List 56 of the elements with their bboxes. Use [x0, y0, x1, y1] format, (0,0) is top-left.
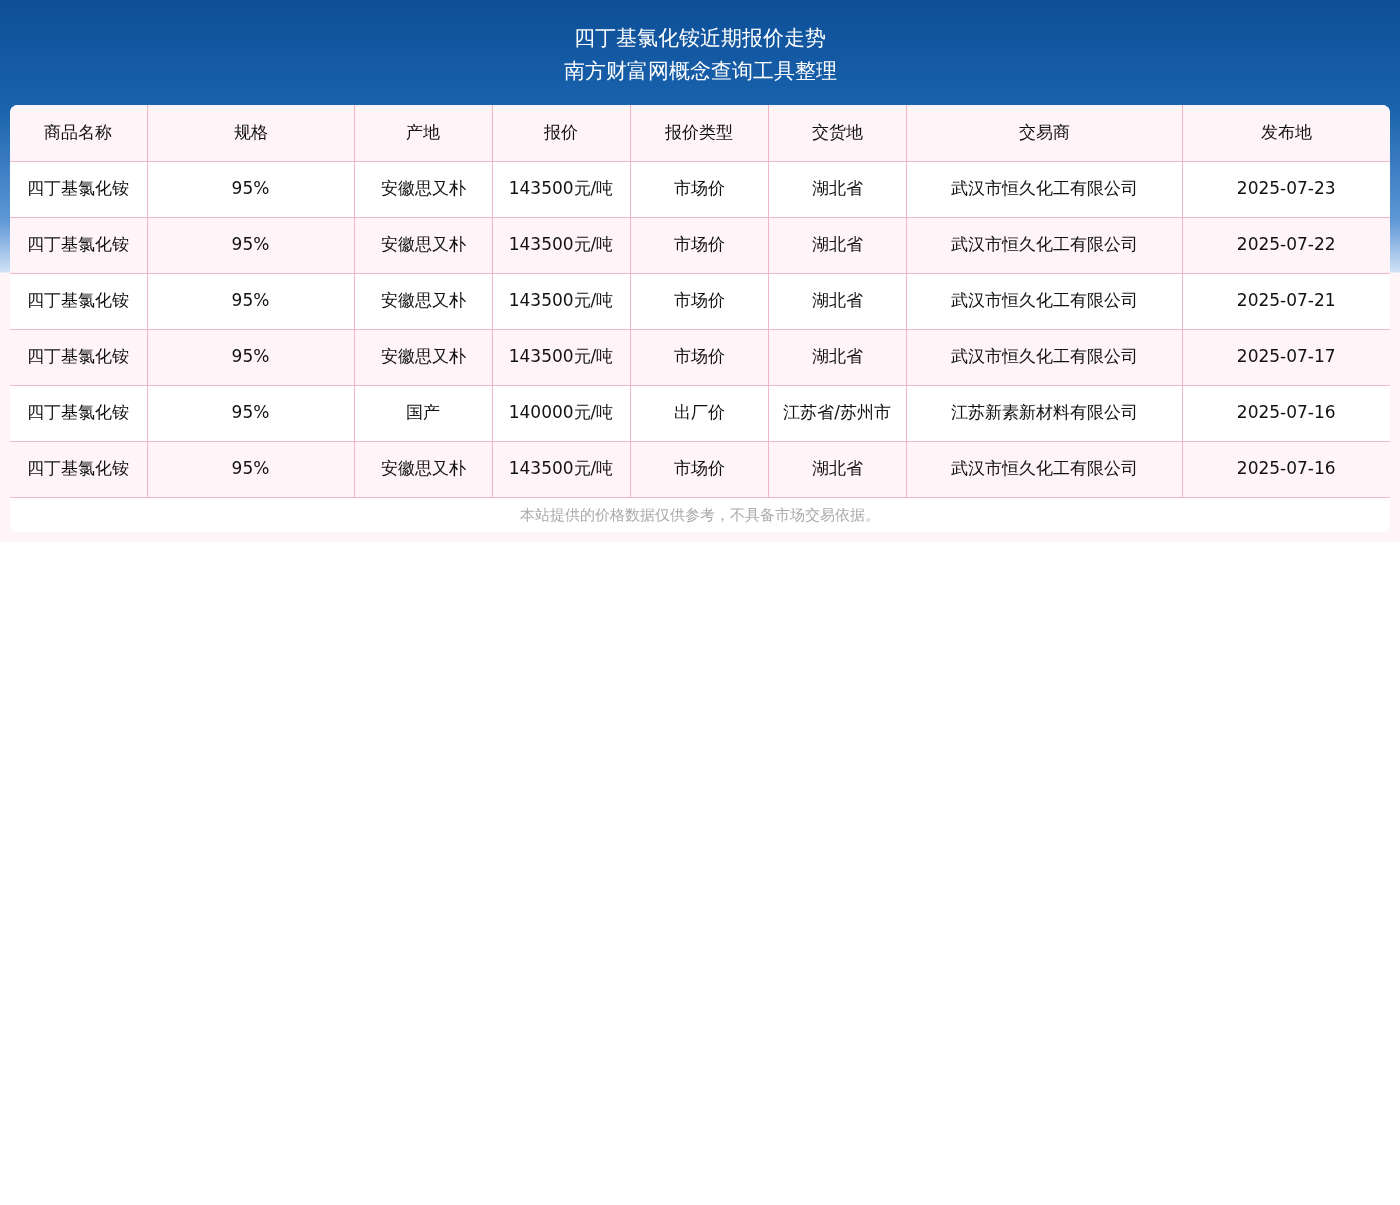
table-cell: 四丁基氯化铵 [10, 161, 147, 217]
table-cell: 四丁基氯化铵 [10, 385, 147, 441]
disclaimer-text: 本站提供的价格数据仅供参考，不具备市场交易依据。 [519, 504, 881, 526]
page-subtitle: 南方财富网概念查询工具整理 [562, 58, 838, 85]
table-cell: 安徽思又朴 [354, 329, 492, 385]
table-cell: 四丁基氯化铵 [10, 441, 147, 497]
table-cell: 143500元/吨 [492, 329, 630, 385]
column-header: 产地 [354, 105, 492, 161]
table-cell: 武汉市恒久化工有限公司 [906, 273, 1182, 329]
column-header: 发布地 [1182, 105, 1390, 161]
table-cell: 武汉市恒久化工有限公司 [906, 441, 1182, 497]
table-cell: 143500元/吨 [492, 273, 630, 329]
table-cell: 安徽思又朴 [354, 273, 492, 329]
table-cell: 市场价 [630, 161, 768, 217]
table-cell: 95% [147, 273, 354, 329]
table-cell: 湖北省 [768, 161, 906, 217]
table-cell: 湖北省 [768, 441, 906, 497]
table-cell: 95% [147, 161, 354, 217]
table-cell: 95% [147, 329, 354, 385]
table-cell: 湖北省 [768, 217, 906, 273]
table-cell: 143500元/吨 [492, 217, 630, 273]
table-cell: 95% [147, 441, 354, 497]
table-cell: 安徽思又朴 [354, 217, 492, 273]
table-cell: 出厂价 [630, 385, 768, 441]
table-cell: 安徽思又朴 [354, 441, 492, 497]
table-cell: 武汉市恒久化工有限公司 [906, 329, 1182, 385]
table-cell: 湖北省 [768, 329, 906, 385]
table-cell: 市场价 [630, 441, 768, 497]
table-cell: 140000元/吨 [492, 385, 630, 441]
table-cell: 四丁基氯化铵 [10, 329, 147, 385]
table-cell: 武汉市恒久化工有限公司 [906, 161, 1182, 217]
table-cell: 江苏新素新材料有限公司 [906, 385, 1182, 441]
table-cell: 武汉市恒久化工有限公司 [906, 217, 1182, 273]
table-cell: 四丁基氯化铵 [10, 217, 147, 273]
column-header: 商品名称 [10, 105, 147, 161]
table-cell: 市场价 [630, 329, 768, 385]
column-header: 规格 [147, 105, 354, 161]
table-cell: 2025-07-17 [1182, 329, 1390, 385]
column-header: 交易商 [906, 105, 1182, 161]
table-cell: 143500元/吨 [492, 161, 630, 217]
column-header: 报价 [492, 105, 630, 161]
column-header: 交货地 [768, 105, 906, 161]
table-cell: 湖北省 [768, 273, 906, 329]
column-header: 报价类型 [630, 105, 768, 161]
table-cell: 江苏省/苏州市 [768, 385, 906, 441]
table-cell: 143500元/吨 [492, 441, 630, 497]
table-cell: 国产 [354, 385, 492, 441]
table-cell: 安徽思又朴 [354, 161, 492, 217]
table-cell: 四丁基氯化铵 [10, 273, 147, 329]
table-cell: 2025-07-16 [1182, 441, 1390, 497]
table-cell: 市场价 [630, 217, 768, 273]
table-cell: 市场价 [630, 273, 768, 329]
table-cell: 95% [147, 385, 354, 441]
table-cell: 2025-07-22 [1182, 217, 1390, 273]
page-title: 四丁基氯化铵近期报价走势 [573, 25, 827, 52]
table-cell: 95% [147, 217, 354, 273]
